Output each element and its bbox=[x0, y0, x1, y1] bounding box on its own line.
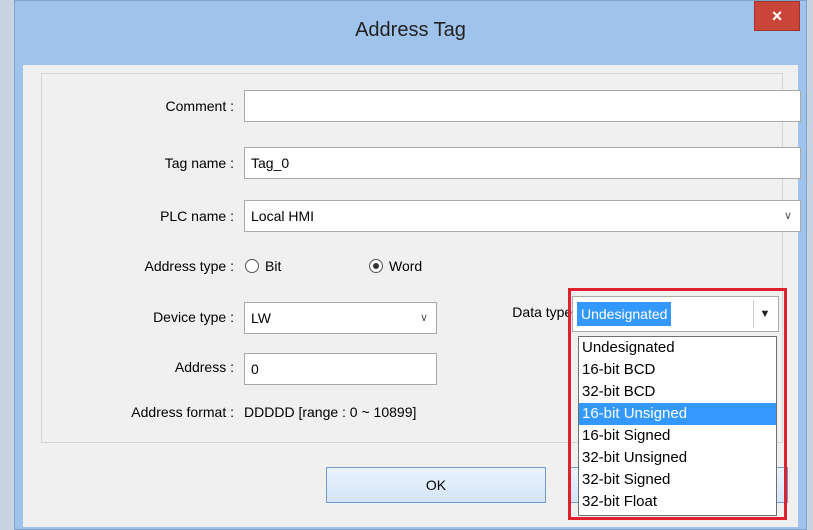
data-type-option[interactable]: 32-bit Signed bbox=[579, 469, 776, 491]
chevron-down-icon: ∨ bbox=[783, 210, 792, 222]
radio-selected-dot bbox=[373, 263, 379, 269]
address-format-value: DDDDD [range : 0 ~ 10899] bbox=[244, 404, 417, 420]
data-type-option[interactable]: 32-bit Float bbox=[579, 491, 776, 513]
tag-name-input[interactable]: Tag_0 bbox=[244, 147, 801, 179]
address-type-label: Address type : bbox=[144, 258, 235, 274]
address-format-label: Address format : bbox=[131, 404, 234, 420]
plc-name-select[interactable]: Local HMI ∨ bbox=[244, 200, 801, 232]
data-type-option[interactable]: 16-bit Signed bbox=[579, 425, 776, 447]
data-type-select[interactable]: Undesignated ▼ bbox=[572, 296, 779, 332]
chevron-down-icon: ∨ bbox=[419, 312, 428, 324]
device-type-select[interactable]: LW ∨ bbox=[244, 302, 437, 334]
close-icon: × bbox=[771, 6, 783, 26]
data-type-value: Undesignated bbox=[577, 302, 672, 326]
data-type-option[interactable]: 16-bit BCD bbox=[579, 359, 776, 381]
data-type-dropdown-list: Undesignated 16-bit BCD 32-bit BCD 16-bi… bbox=[578, 336, 777, 516]
address-input[interactable]: 0 bbox=[244, 353, 437, 385]
device-type-value: LW bbox=[251, 310, 271, 326]
data-type-option-highlighted[interactable]: 16-bit Unsigned bbox=[579, 403, 776, 425]
data-type-label: Data type : bbox=[512, 304, 580, 320]
tag-name-label: Tag name : bbox=[164, 155, 234, 171]
bit-radio[interactable] bbox=[245, 259, 259, 273]
word-radio[interactable] bbox=[369, 259, 383, 273]
title-bar[interactable]: Address Tag × bbox=[15, 1, 806, 65]
plc-name-label: PLC name : bbox=[160, 208, 234, 224]
device-type-label: Device type : bbox=[153, 309, 234, 325]
chevron-down-icon[interactable]: ▼ bbox=[753, 300, 776, 328]
comment-label: Comment : bbox=[165, 98, 234, 114]
bit-radio-label[interactable]: Bit bbox=[265, 258, 281, 274]
data-type-option[interactable]: 32-bit Unsigned bbox=[579, 447, 776, 469]
address-label: Address : bbox=[174, 359, 234, 375]
plc-name-value: Local HMI bbox=[251, 208, 315, 224]
dialog-title: Address Tag bbox=[355, 19, 466, 41]
data-type-option[interactable]: 32-bit BCD bbox=[579, 381, 776, 403]
close-button[interactable]: × bbox=[754, 1, 800, 31]
word-radio-label[interactable]: Word bbox=[389, 258, 422, 274]
ok-button[interactable]: OK bbox=[326, 467, 546, 503]
data-type-option[interactable]: Undesignated bbox=[579, 337, 776, 359]
comment-input[interactable] bbox=[244, 90, 801, 122]
